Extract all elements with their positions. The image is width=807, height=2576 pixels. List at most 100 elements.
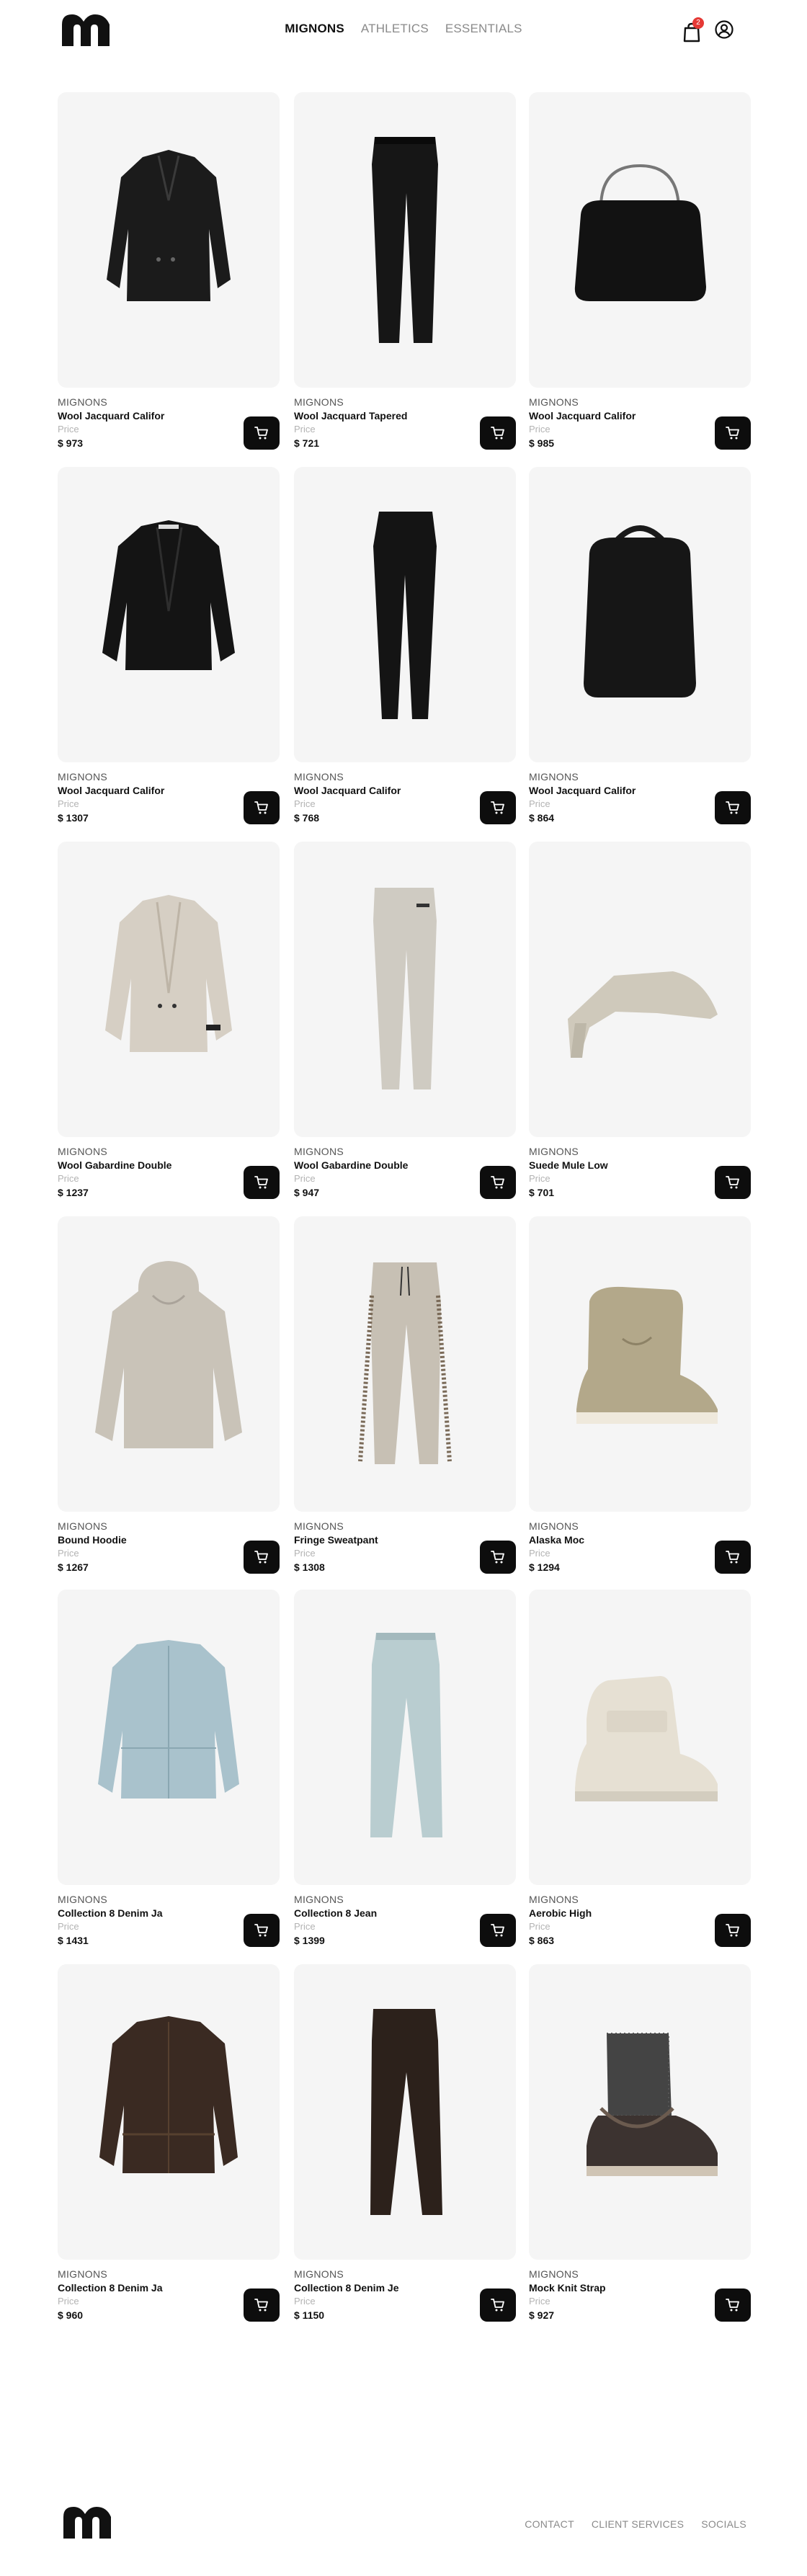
product-name[interactable]: Wool Jacquard Califor	[294, 785, 401, 796]
price-label: Price	[58, 1921, 79, 1932]
product-card[interactable]: MIGNONS Wool Jacquard Califor Price $ 97…	[58, 92, 280, 453]
beige-blazer-image	[105, 895, 232, 1052]
footer-link-client-services[interactable]: CLIENT SERVICES	[592, 2518, 684, 2530]
product-name[interactable]: Mock Knit Strap	[529, 2282, 606, 2294]
product-card[interactable]: MIGNONS Wool Jacquard Califor Price $ 13…	[58, 467, 280, 827]
add-to-cart-button[interactable]	[480, 1541, 516, 1574]
product-card[interactable]: MIGNONS Wool Jacquard Tapered Price $ 72…	[294, 92, 516, 453]
product-name[interactable]: Aerobic High	[529, 1907, 592, 1919]
product-image[interactable]	[58, 1216, 280, 1512]
cart-icon	[491, 1176, 504, 1189]
product-card[interactable]: MIGNONS Collection 8 Denim Je Price $ 11…	[294, 1964, 516, 2325]
black-blazer-image	[107, 150, 231, 301]
product-image[interactable]	[294, 92, 516, 388]
add-to-cart-button[interactable]	[715, 2288, 751, 2322]
product-name[interactable]: Fringe Sweatpant	[294, 1534, 378, 1546]
product-image[interactable]	[529, 1590, 751, 1885]
product-name[interactable]: Suede Mule Low	[529, 1159, 608, 1171]
nav-item-mignons[interactable]: MIGNONS	[285, 22, 344, 36]
add-to-cart-button[interactable]	[480, 1166, 516, 1199]
footer-brand-logo[interactable]	[63, 2507, 111, 2539]
fringe-sweatpant-image	[358, 1262, 452, 1464]
add-to-cart-button[interactable]	[244, 416, 280, 450]
footer-link-socials[interactable]: SOCIALS	[701, 2518, 746, 2530]
cart-icon	[254, 801, 268, 814]
product-card[interactable]: MIGNONS Aerobic High Price $ 863	[529, 1590, 751, 1950]
product-card[interactable]: MIGNONS Collection 8 Denim Ja Price $ 14…	[58, 1590, 280, 1950]
product-name[interactable]: Collection 8 Denim Ja	[58, 1907, 162, 1919]
product-image[interactable]	[529, 842, 751, 1137]
add-to-cart-button[interactable]	[715, 1541, 751, 1574]
add-to-cart-button[interactable]	[480, 2288, 516, 2322]
product-card[interactable]: MIGNONS Wool Jacquard Califor Price $ 76…	[294, 467, 516, 827]
product-image[interactable]	[58, 842, 280, 1137]
product-name[interactable]: Alaska Moc	[529, 1534, 584, 1546]
add-to-cart-button[interactable]	[715, 1914, 751, 1947]
product-card[interactable]: MIGNONS Wool Jacquard Califor Price $ 98…	[529, 92, 751, 453]
product-brand: MIGNONS	[58, 1146, 107, 1157]
add-to-cart-button[interactable]	[244, 1541, 280, 1574]
product-name[interactable]: Wool Jacquard Califor	[58, 785, 164, 796]
product-image[interactable]	[294, 467, 516, 762]
add-to-cart-button[interactable]	[244, 2288, 280, 2322]
product-price: $ 863	[529, 1935, 555, 1946]
add-to-cart-button[interactable]	[480, 416, 516, 450]
product-image[interactable]	[58, 467, 280, 762]
product-image[interactable]	[529, 467, 751, 762]
add-to-cart-button[interactable]	[244, 1166, 280, 1199]
add-to-cart-button[interactable]	[715, 416, 751, 450]
product-card[interactable]: MIGNONS Bound Hoodie Price $ 1267	[58, 1216, 280, 1577]
cart-icon	[491, 427, 504, 440]
product-image[interactable]	[294, 1216, 516, 1512]
add-to-cart-button[interactable]	[715, 1166, 751, 1199]
product-image[interactable]	[294, 1590, 516, 1885]
product-price: $ 947	[294, 1187, 320, 1198]
product-image[interactable]	[58, 92, 280, 388]
cart-icon	[726, 2299, 739, 2312]
brown-jeans-image	[370, 2009, 442, 2215]
product-name[interactable]: Wool Jacquard Califor	[58, 410, 164, 422]
product-image[interactable]	[529, 92, 751, 388]
product-name[interactable]: Collection 8 Denim Ja	[58, 2282, 162, 2294]
product-image[interactable]	[294, 1964, 516, 2260]
product-price: $ 1308	[294, 1561, 325, 1573]
product-card[interactable]: MIGNONS Alaska Moc Price $ 1294	[529, 1216, 751, 1577]
product-name[interactable]: Collection 8 Denim Je	[294, 2282, 398, 2294]
nav-item-athletics[interactable]: ATHLETICS	[361, 22, 429, 36]
cart-button[interactable]: 2	[682, 17, 705, 43]
add-to-cart-button[interactable]	[480, 791, 516, 824]
product-name[interactable]: Wool Jacquard Tapered	[294, 410, 407, 422]
product-name[interactable]: Wool Gabardine Double	[58, 1159, 171, 1171]
footer-link-contact[interactable]: CONTACT	[525, 2518, 574, 2530]
product-card[interactable]: MIGNONS Fringe Sweatpant Price $ 1308	[294, 1216, 516, 1577]
product-name[interactable]: Wool Jacquard Califor	[529, 410, 636, 422]
cart-icon	[726, 801, 739, 814]
product-brand: MIGNONS	[58, 2268, 107, 2280]
product-image[interactable]	[294, 842, 516, 1137]
user-account-icon[interactable]	[715, 20, 734, 39]
product-name[interactable]: Bound Hoodie	[58, 1534, 127, 1546]
add-to-cart-button[interactable]	[244, 791, 280, 824]
product-name[interactable]: Collection 8 Jean	[294, 1907, 377, 1919]
product-card[interactable]: MIGNONS Wool Jacquard Califor Price $ 86…	[529, 467, 751, 827]
product-brand: MIGNONS	[294, 771, 344, 783]
product-card[interactable]: MIGNONS Collection 8 Jean Price $ 1399	[294, 1590, 516, 1950]
add-to-cart-button[interactable]	[715, 791, 751, 824]
nav-item-essentials[interactable]: ESSENTIALS	[445, 22, 522, 36]
product-card[interactable]: MIGNONS Collection 8 Denim Ja Price $ 96…	[58, 1964, 280, 2325]
product-image[interactable]	[529, 1216, 751, 1512]
product-card[interactable]: MIGNONS Wool Gabardine Double Price $ 94…	[294, 842, 516, 1202]
product-card[interactable]: MIGNONS Wool Gabardine Double Price $ 12…	[58, 842, 280, 1202]
product-image[interactable]	[58, 1590, 280, 1885]
product-name[interactable]: Wool Jacquard Califor	[529, 785, 636, 796]
black-jacket-image	[102, 520, 235, 670]
product-name[interactable]: Wool Gabardine Double	[294, 1159, 408, 1171]
product-price: $ 701	[529, 1187, 555, 1198]
product-card[interactable]: MIGNONS Suede Mule Low Price $ 701	[529, 842, 751, 1202]
add-to-cart-button[interactable]	[244, 1914, 280, 1947]
product-image[interactable]	[58, 1964, 280, 2260]
black-pants-image	[373, 512, 437, 719]
product-card[interactable]: MIGNONS Mock Knit Strap Price $ 927	[529, 1964, 751, 2325]
add-to-cart-button[interactable]	[480, 1914, 516, 1947]
product-image[interactable]	[529, 1964, 751, 2260]
